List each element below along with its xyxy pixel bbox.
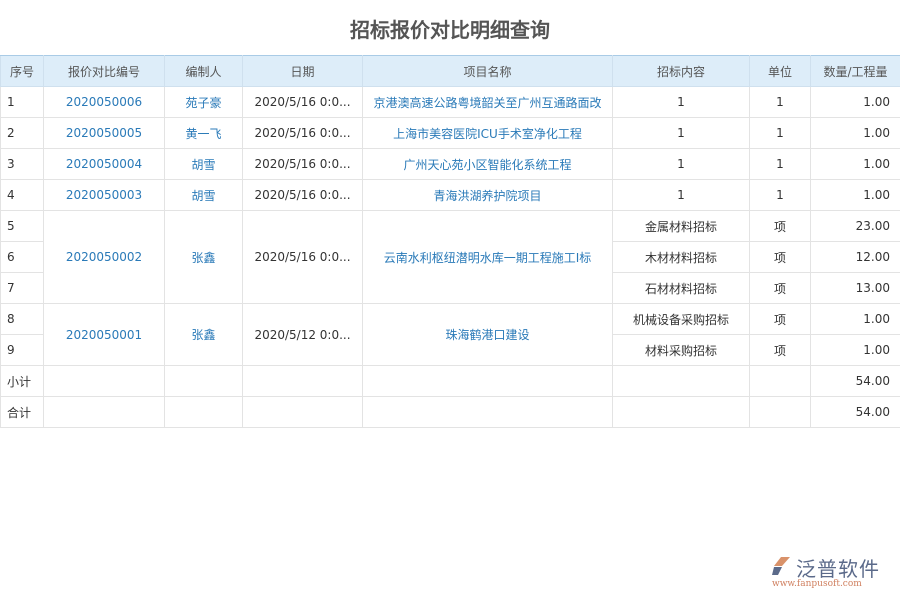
table-row[interactable]: 32020050004胡雪2020/5/16 0:0...广州天心苑小区智能化系… (1, 149, 900, 180)
cell-project-link[interactable]: 上海市美容医院ICU手术室净化工程 (363, 118, 613, 149)
cell-content: 石材材料招标 (613, 273, 750, 304)
cell-seq: 1 (1, 87, 44, 118)
cell-content: 1 (613, 180, 750, 211)
table-row[interactable]: 82020050001张鑫2020/5/12 0:0...珠海鹤港口建设机械设备… (1, 304, 900, 335)
subtotal-label: 小计 (1, 366, 44, 397)
cell-code-link[interactable]: 2020050005 (44, 118, 165, 149)
cell-qty: 13.00 (811, 273, 900, 304)
cell-seq: 6 (1, 242, 44, 273)
cell-unit: 1 (750, 87, 811, 118)
cell-unit: 1 (750, 118, 811, 149)
cell-seq: 3 (1, 149, 44, 180)
cell-qty: 1.00 (811, 180, 900, 211)
cell-seq: 9 (1, 335, 44, 366)
cell-date: 2020/5/12 0:0... (243, 304, 363, 366)
col-author[interactable]: 编制人 (165, 56, 243, 87)
cell-date: 2020/5/16 0:0... (243, 180, 363, 211)
cell-unit: 项 (750, 304, 811, 335)
cell-project-link[interactable]: 京港澳高速公路粤境韶关至广州互通路面改 (363, 87, 613, 118)
cell-content: 材料采购招标 (613, 335, 750, 366)
cell-project-link[interactable]: 青海洪湖养护院项目 (363, 180, 613, 211)
cell-qty: 1.00 (811, 335, 900, 366)
cell-qty: 1.00 (811, 304, 900, 335)
cell-date: 2020/5/16 0:0... (243, 118, 363, 149)
fanpu-logo: 泛普软件 www.fanpusoft.com (770, 553, 895, 593)
cell-code-link[interactable]: 2020050001 (44, 304, 165, 366)
cell-date: 2020/5/16 0:0... (243, 149, 363, 180)
table-row[interactable]: 42020050003胡雪2020/5/16 0:0...青海洪湖养护院项目11… (1, 180, 900, 211)
col-qty[interactable]: 数量/工程量 (811, 56, 900, 87)
logo-url: www.fanpusoft.com (772, 579, 862, 589)
cell-code-link[interactable]: 2020050002 (44, 211, 165, 304)
cell-date: 2020/5/16 0:0... (243, 211, 363, 304)
subtotal-qty: 54.00 (811, 366, 900, 397)
cell-date: 2020/5/16 0:0... (243, 87, 363, 118)
total-label: 合计 (1, 397, 44, 428)
cell-code-link[interactable]: 2020050006 (44, 87, 165, 118)
cell-unit: 1 (750, 180, 811, 211)
col-code[interactable]: 报价对比编号 (44, 56, 165, 87)
page-title: 招标报价对比明细查询 (0, 14, 900, 43)
cell-qty: 1.00 (811, 149, 900, 180)
cell-seq: 8 (1, 304, 44, 335)
col-project[interactable]: 项目名称 (363, 56, 613, 87)
total-row: 合计 54.00 (1, 397, 900, 428)
cell-content: 1 (613, 87, 750, 118)
cell-author[interactable]: 胡雪 (165, 180, 243, 211)
cell-unit: 项 (750, 273, 811, 304)
cell-author[interactable]: 张鑫 (165, 304, 243, 366)
table-row[interactable]: 22020050005黄一飞2020/5/16 0:0...上海市美容医院ICU… (1, 118, 900, 149)
cell-author[interactable]: 黄一飞 (165, 118, 243, 149)
logo-name: 泛普软件 (796, 553, 880, 582)
cell-project-link[interactable]: 广州天心苑小区智能化系统工程 (363, 149, 613, 180)
cell-unit: 项 (750, 242, 811, 273)
table-row[interactable]: 12020050006苑子豪2020/5/16 0:0...京港澳高速公路粤境韶… (1, 87, 900, 118)
cell-code-link[interactable]: 2020050003 (44, 180, 165, 211)
table-row[interactable]: 52020050002张鑫2020/5/16 0:0...云南水利枢纽潜明水库一… (1, 211, 900, 242)
cell-unit: 项 (750, 211, 811, 242)
cell-qty: 12.00 (811, 242, 900, 273)
subtotal-row: 小计 54.00 (1, 366, 900, 397)
cell-project-link[interactable]: 云南水利枢纽潜明水库一期工程施工I标 (363, 211, 613, 304)
cell-unit: 1 (750, 149, 811, 180)
col-seq[interactable]: 序号 (1, 56, 44, 87)
cell-seq: 7 (1, 273, 44, 304)
cell-content: 机械设备采购招标 (613, 304, 750, 335)
logo-mark-icon (770, 555, 792, 577)
cell-content: 金属材料招标 (613, 211, 750, 242)
col-date[interactable]: 日期 (243, 56, 363, 87)
col-content[interactable]: 招标内容 (613, 56, 750, 87)
table-header: 序号 报价对比编号 编制人 日期 项目名称 招标内容 单位 数量/工程量 (1, 56, 900, 87)
cell-seq: 5 (1, 211, 44, 242)
comparison-table: 序号 报价对比编号 编制人 日期 项目名称 招标内容 单位 数量/工程量 120… (0, 55, 900, 428)
cell-content: 1 (613, 118, 750, 149)
cell-content: 木材材料招标 (613, 242, 750, 273)
cell-project-link[interactable]: 珠海鹤港口建设 (363, 304, 613, 366)
cell-qty: 1.00 (811, 87, 900, 118)
cell-code-link[interactable]: 2020050004 (44, 149, 165, 180)
cell-author[interactable]: 苑子豪 (165, 87, 243, 118)
cell-author[interactable]: 胡雪 (165, 149, 243, 180)
cell-author[interactable]: 张鑫 (165, 211, 243, 304)
cell-content: 1 (613, 149, 750, 180)
cell-qty: 1.00 (811, 118, 900, 149)
col-unit[interactable]: 单位 (750, 56, 811, 87)
total-qty: 54.00 (811, 397, 900, 428)
cell-seq: 2 (1, 118, 44, 149)
cell-unit: 项 (750, 335, 811, 366)
cell-seq: 4 (1, 180, 44, 211)
cell-qty: 23.00 (811, 211, 900, 242)
